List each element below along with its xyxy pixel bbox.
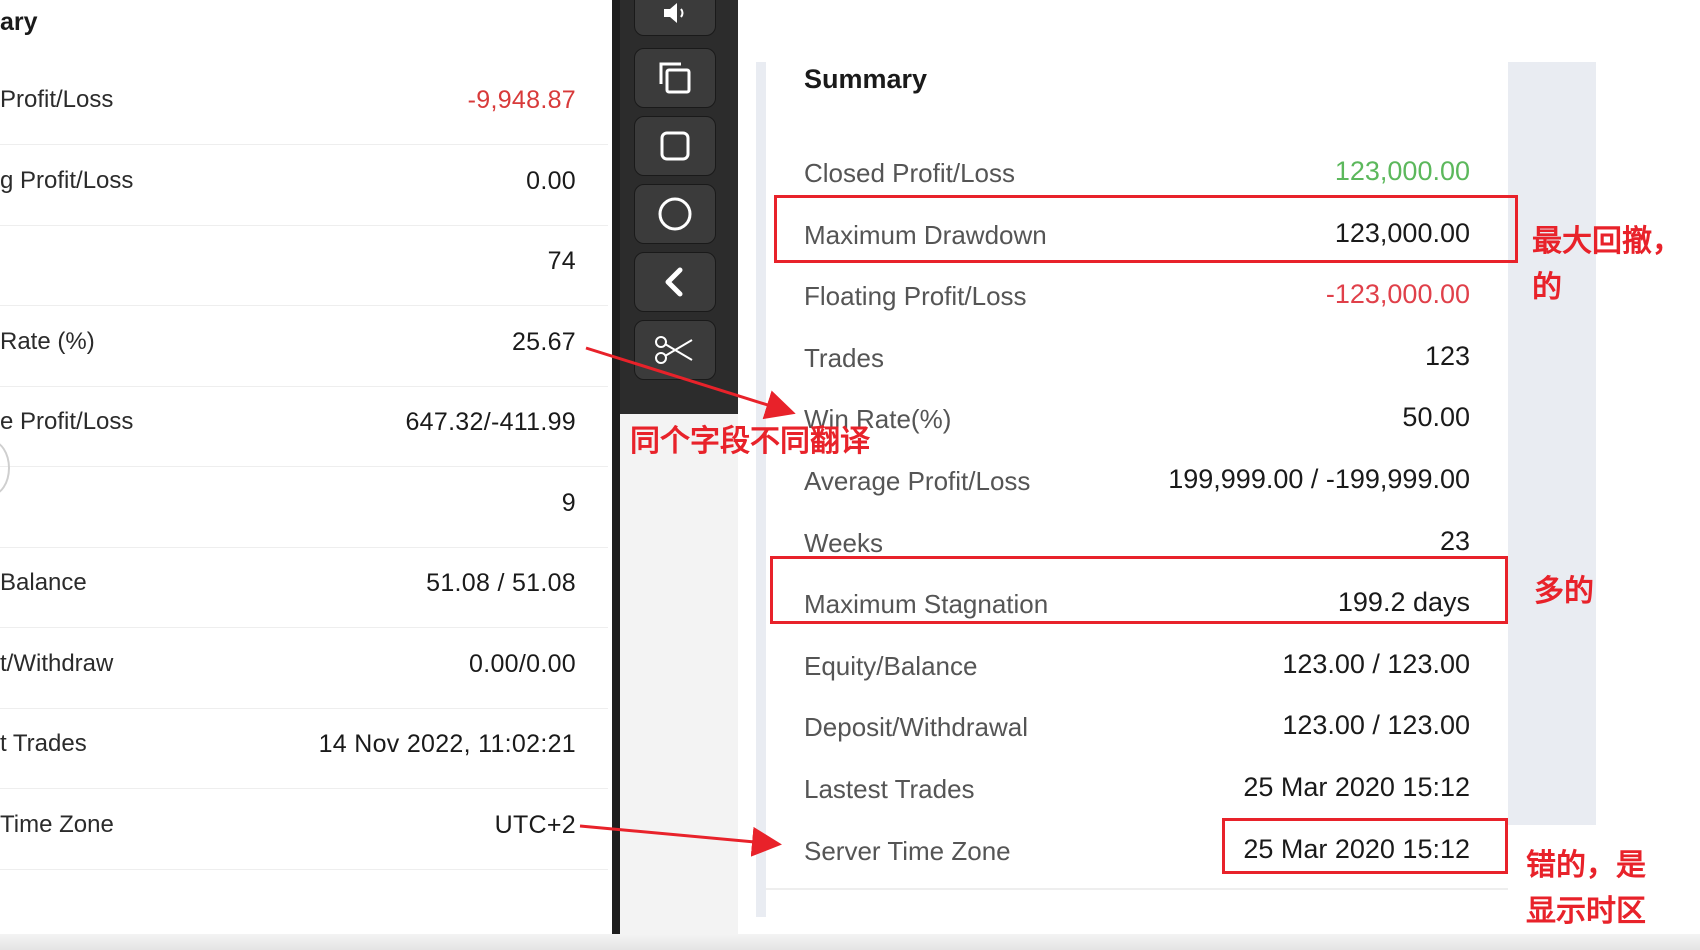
left-row: Balance 51.08 / 51.08 <box>0 547 608 628</box>
summary-row-value: 123.00 / 123.00 <box>1282 710 1470 741</box>
left-row: g Profit/Loss 0.00 <box>0 145 608 226</box>
circle-tool-button[interactable] <box>634 184 716 244</box>
copy-button[interactable] <box>634 48 716 108</box>
left-row-value: 25.67 <box>511 327 576 356</box>
left-row-value: 14 Nov 2022, 11:02:21 <box>318 730 576 758</box>
chevron-left-icon <box>665 267 683 297</box>
volume-button[interactable] <box>634 0 716 36</box>
left-row-value: UTC+2 <box>494 810 576 839</box>
summary-row-value: 25 Mar 2020 15:12 <box>1243 772 1470 802</box>
summary-row: Average Profit/Loss 199,999.00 / -199,999… <box>804 456 1470 506</box>
circle-icon <box>658 197 692 231</box>
left-row-value: 9 <box>561 488 576 517</box>
left-row-value: 0.00 <box>526 166 576 195</box>
left-row-value: 51.08 / 51.08 <box>426 569 576 597</box>
summary-row: Floating Profit/Loss -123,000.00 <box>804 271 1470 321</box>
left-panel-title: ary <box>0 8 38 36</box>
left-row-label: e Profit/Loss <box>0 408 134 435</box>
summary-row-value: 123.00 / 123.00 <box>1282 648 1470 679</box>
left-row-label: Balance <box>0 569 87 596</box>
timezone-highlight-box <box>1222 818 1508 874</box>
left-row: t/Withdraw 0.00/0.00 <box>0 628 608 709</box>
summary-row-value: 123 <box>1424 340 1470 371</box>
summary-row-label: Floating Profit/Loss <box>804 281 1027 312</box>
back-button[interactable] <box>634 252 716 312</box>
left-row-label: g Profit/Loss <box>0 166 134 194</box>
stagnation-highlight-box <box>770 556 1508 624</box>
summary-row-label: Average Profit/Loss <box>804 466 1031 496</box>
toolbar-gutter <box>612 414 738 940</box>
summary-row: Win Rate(%) 50.00 <box>804 394 1470 444</box>
left-row: t Trades 14 Nov 2022, 11:02:21 <box>0 708 608 789</box>
scissors-button[interactable] <box>634 320 716 380</box>
left-row: Time Zone UTC+2 <box>0 789 608 870</box>
bottom-shadow <box>0 934 1700 950</box>
drawdown-note-line2: 的 <box>1532 271 1562 304</box>
summary-title: Summary <box>804 64 928 94</box>
summary-row-label: Deposit/Withdrawal <box>804 712 1028 743</box>
summary-row-value: 23 <box>1439 525 1470 556</box>
summary-side-strip <box>1508 62 1596 825</box>
drawdown-highlight-box <box>774 195 1518 263</box>
left-row: Rate (%) 25.67 <box>0 306 608 387</box>
summary-row: Lastest Trades 25 Mar 2020 15:12 <box>804 764 1470 814</box>
timezone-note-line2: 显示时区 <box>1526 895 1646 928</box>
copy-icon <box>659 62 691 94</box>
left-row-value: 0.00/0.00 <box>469 649 576 678</box>
left-row-value: -9,948.87 <box>467 86 576 114</box>
summary-row-value: 123,000.00 <box>1334 156 1470 186</box>
rectangle-tool-button[interactable] <box>634 116 716 176</box>
translation-note: 同个字段不同翻译 <box>630 425 870 458</box>
summary-row: Closed Profit/Loss 123,000.00 <box>804 148 1470 198</box>
left-row-label: Profit/Loss <box>0 86 114 113</box>
drawdown-note-line1: 最大回撤， <box>1532 225 1682 258</box>
left-row-label: Rate (%) <box>0 327 95 355</box>
summary-divider <box>766 888 1508 890</box>
left-row-value: 74 <box>547 247 576 275</box>
summary-row-label: Closed Profit/Loss <box>804 158 1015 188</box>
summary-row-label: Server Time Zone <box>804 835 1011 866</box>
square-icon <box>660 131 690 161</box>
left-row-value: 647.32/-411.99 <box>405 408 576 436</box>
timezone-note-line1: 错的，是 <box>1526 849 1646 882</box>
summary-row-label: Weeks <box>804 527 883 558</box>
left-summary-panel: ary Profit/Loss -9,948.87 g Profit/Loss 0.0… <box>0 0 612 940</box>
left-row: Profit/Loss -9,948.87 <box>0 64 608 145</box>
summary-row-value: 199,999.00 / -199,999.00 <box>1168 464 1470 494</box>
left-row-label: t Trades <box>0 730 87 757</box>
summary-row-value: -123,000.00 <box>1325 279 1470 310</box>
left-row: e Profit/Loss 647.32/-411.99 <box>0 386 608 467</box>
summary-row: Equity/Balance 123.00 / 123.00 <box>804 641 1470 691</box>
summary-row: Deposit/Withdrawal 123.00 / 123.00 <box>804 702 1470 752</box>
scissors-icon <box>655 336 693 364</box>
left-row-label: t/Withdraw <box>0 649 114 677</box>
left-row: 74 <box>0 225 608 306</box>
toolbar-edge <box>612 0 620 940</box>
summary-row-label: Lastest Trades <box>804 774 975 804</box>
summary-row-label: Trades <box>804 342 884 373</box>
summary-row-label: Equity/Balance <box>804 650 978 681</box>
left-row: 9 <box>0 467 608 548</box>
left-row-label: Time Zone <box>0 810 114 838</box>
summary-row-value: 50.00 <box>1402 402 1470 433</box>
volume-icon <box>664 3 684 23</box>
stagnation-note: 多的 <box>1534 575 1594 608</box>
summary-row: Trades 123 <box>804 333 1470 383</box>
